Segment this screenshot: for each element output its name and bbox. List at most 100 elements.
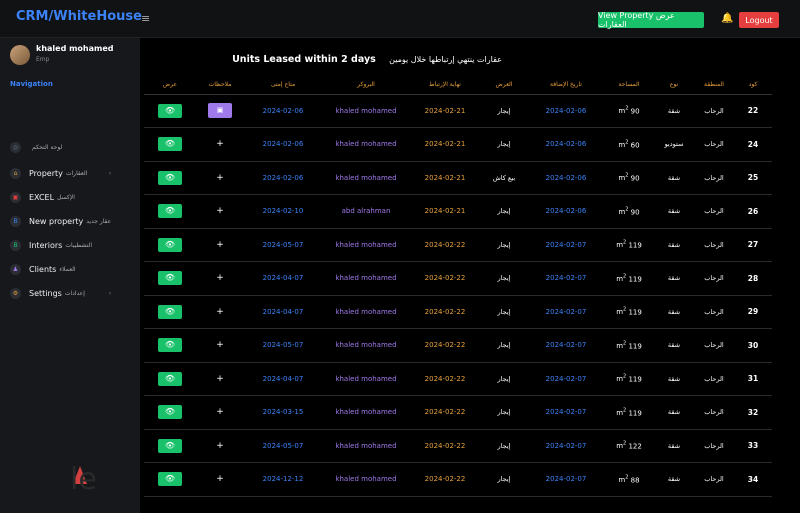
added-date: 2024-02-06	[528, 194, 604, 229]
unit-type: شقة	[654, 194, 694, 229]
unit-id: 27	[734, 228, 772, 262]
eye-icon[interactable]: 👁	[158, 170, 182, 185]
area-name: الرحاب	[694, 94, 734, 128]
eye-icon[interactable]: 👁	[158, 137, 182, 152]
table-row[interactable]: 👁 +2024-04-07 khaled mohamed 2024-02-22 إيجا…	[144, 261, 772, 296]
sidebar-icon: ⚙	[10, 287, 21, 299]
table-row[interactable]: 👁 +2024-02-06 khaled mohamed 2024-02-21 إيجا…	[144, 127, 772, 162]
sidebar-item-property[interactable]: ⌂ Property العقارات ‹	[10, 166, 135, 180]
view-property-button[interactable]: View Property عرض العقارات	[598, 11, 704, 29]
broker-name[interactable]: khaled mohamed	[322, 127, 410, 162]
view-cell: 👁	[144, 161, 196, 195]
add-note-button[interactable]: +	[216, 206, 224, 216]
sidebar-icon: ▣	[10, 191, 21, 203]
space-value: 119	[628, 341, 642, 350]
col-view: عرض	[144, 75, 196, 95]
end-date: 2024-02-22	[410, 328, 480, 363]
table-row[interactable]: 👁 +2024-03-15 khaled mohamed 2024-02-22 إيجا…	[144, 395, 772, 430]
col-offer: العرض	[480, 75, 528, 95]
eye-icon[interactable]: 👁	[158, 338, 182, 353]
sidebar-item-settings[interactable]: ⚙ Settings إعدادات ‹	[10, 286, 135, 300]
end-date: 2024-02-22	[410, 228, 480, 262]
eye-icon[interactable]: 👁	[158, 304, 182, 319]
eye-icon[interactable]: 👁	[158, 271, 182, 286]
bell-icon[interactable]: 🔔	[721, 13, 733, 24]
add-note-button[interactable]: +	[216, 273, 224, 283]
eye-icon[interactable]: 👁	[158, 405, 182, 420]
space-cell: m2 122	[604, 429, 654, 463]
broker-name[interactable]: khaled mohamed	[322, 429, 410, 463]
table-row[interactable]: 👁 +2024-04-07 khaled mohamed 2024-02-22 إيجا…	[144, 295, 772, 329]
add-note-button[interactable]: +	[216, 374, 224, 384]
space-cell: m2 119	[604, 295, 654, 329]
table-row[interactable]: 👁 +2024-05-07 khaled mohamed 2024-02-22 إيجا…	[144, 429, 772, 463]
end-date: 2024-02-22	[410, 462, 480, 497]
eye-icon[interactable]: 👁	[158, 371, 182, 386]
unit-id: 30	[734, 328, 772, 363]
added-date: 2024-02-07	[528, 261, 604, 296]
available-date: 2024-04-07	[244, 261, 322, 296]
table-row[interactable]: 👁 +2024-04-07 khaled mohamed 2024-02-22 إيجا…	[144, 362, 772, 396]
sidebar-item-new-property[interactable]: B New property عقار جديد	[10, 214, 135, 228]
available-date: 2024-02-10	[244, 194, 322, 229]
add-note-button[interactable]: +	[216, 474, 224, 484]
broker-name[interactable]: khaled mohamed	[322, 328, 410, 363]
add-note-button[interactable]: +	[216, 173, 224, 183]
space-value: 90	[630, 207, 640, 216]
area-name: الرحاب	[694, 194, 734, 229]
table-row[interactable]: 👁 +2024-02-06 khaled mohamed 2024-02-21 بيع …	[144, 161, 772, 195]
top-bar: CRM/WhiteHouse ≡ View Property عرض العقا…	[0, 0, 800, 38]
sidebar-item-clients[interactable]: ♟ Clients العملاء	[10, 262, 135, 276]
broker-name[interactable]: khaled mohamed	[322, 362, 410, 396]
broker-name[interactable]: abd alrahman	[322, 194, 410, 229]
add-note-button[interactable]: +	[216, 139, 224, 149]
brand-logo[interactable]: CRM/WhiteHouse	[16, 9, 142, 24]
broker-name[interactable]: khaled mohamed	[322, 395, 410, 430]
table-row[interactable]: 👁 ▣ 2024-02-06 khaled mohamed 2024-02-21 إيجا…	[144, 94, 772, 128]
table-row[interactable]: 👁 +2024-05-07 khaled mohamed 2024-02-22 إيجا…	[144, 328, 772, 363]
added-date: 2024-02-06	[528, 127, 604, 162]
area-name: الرحاب	[694, 261, 734, 296]
table-row[interactable]: 👁 +2024-12-12 khaled mohamed 2024-02-22 إيجا…	[144, 462, 772, 497]
unit-id: 34	[734, 462, 772, 497]
table-row[interactable]: 👁 +2024-02-10 abd alrahman 2024-02-21 إيجار 2…	[144, 194, 772, 229]
add-note-button[interactable]: +	[216, 407, 224, 417]
broker-name[interactable]: khaled mohamed	[322, 295, 410, 329]
broker-name[interactable]: khaled mohamed	[322, 94, 410, 128]
chevron-left-icon: ‹	[108, 169, 111, 177]
sidebar-item-excel[interactable]: ▣ EXCEL الإكسل	[10, 190, 135, 204]
col-added: تاريخ الإضافة	[528, 75, 604, 95]
sidebar-item-label: Interiors	[29, 240, 63, 250]
added-date: 2024-02-06	[528, 94, 604, 128]
broker-name[interactable]: khaled mohamed	[322, 161, 410, 195]
broker-name[interactable]: khaled mohamed	[322, 261, 410, 296]
avatar[interactable]	[10, 45, 30, 65]
eye-icon[interactable]: 👁	[158, 204, 182, 219]
broker-name[interactable]: khaled mohamed	[322, 462, 410, 497]
broker-name[interactable]: khaled mohamed	[322, 228, 410, 262]
eye-icon[interactable]: 👁	[158, 472, 182, 487]
unit-id: 26	[734, 194, 772, 229]
space-cell: m2 119	[604, 228, 654, 262]
add-note-button[interactable]: +	[216, 441, 224, 451]
unit-id: 25	[734, 161, 772, 195]
space-cell: m2 88	[604, 462, 654, 497]
add-note-button[interactable]: +	[216, 340, 224, 350]
sidebar-item-dashboard[interactable]: ◎ لوحة التحكم	[10, 140, 135, 154]
logout-button[interactable]: Logout	[739, 12, 779, 28]
page-title: Units Leased within 2 days عقارات ينتهي …	[142, 54, 592, 65]
table-row[interactable]: 👁 +2024-05-07 khaled mohamed 2024-02-22 إيجا…	[144, 228, 772, 262]
note-message-icon[interactable]: ▣	[208, 103, 232, 119]
unit-type: شقة	[654, 228, 694, 262]
sidebar-item-interiors[interactable]: B Interiors التشطيبات	[10, 238, 135, 252]
sidebar-icon: ⌂	[10, 167, 21, 179]
menu-toggle-icon[interactable]: ≡	[141, 12, 150, 25]
add-note-button[interactable]: +	[216, 240, 224, 250]
eye-icon[interactable]: 👁	[158, 438, 182, 453]
end-date: 2024-02-21	[410, 194, 480, 229]
add-note-button[interactable]: +	[216, 307, 224, 317]
eye-icon[interactable]: 👁	[158, 237, 182, 252]
unit-label: m2	[618, 474, 629, 484]
offer-type: إيجار	[480, 228, 528, 262]
eye-icon[interactable]: 👁	[158, 103, 182, 118]
